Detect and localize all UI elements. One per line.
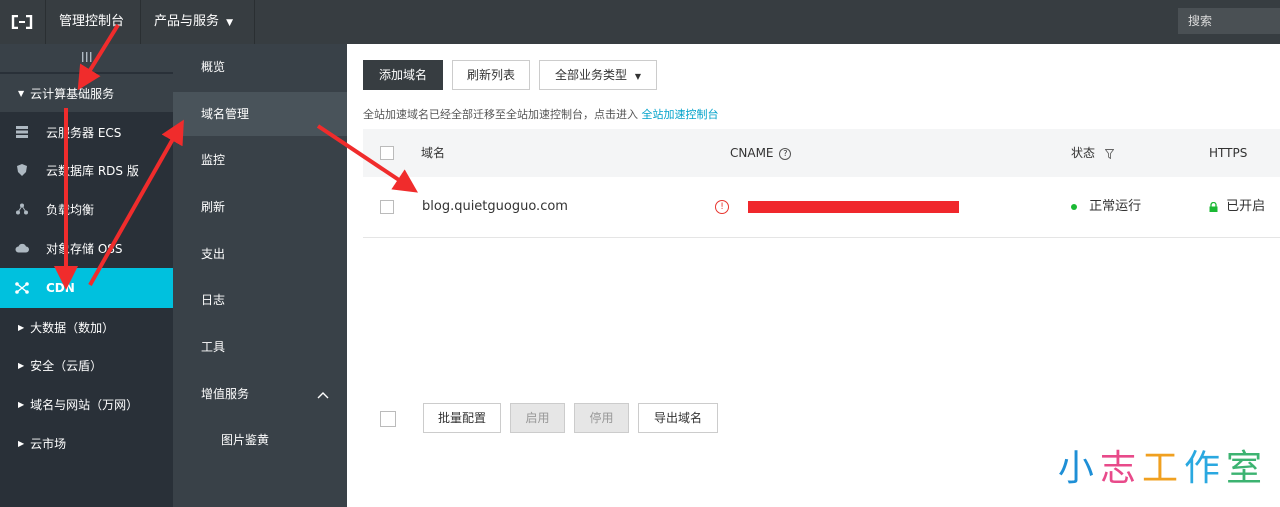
sidebar-group-label: 大数据（数加）	[30, 320, 115, 335]
dcdn-console-link[interactable]: 全站加速控制台	[642, 108, 719, 121]
sidebar-item-ecs[interactable]: 云服务器 ECS	[0, 113, 173, 151]
table-header: 域名 CNAME ? 状态 HTTPS	[363, 129, 1280, 177]
search-input[interactable]: 搜索	[1178, 8, 1280, 34]
bottom-select-all-checkbox[interactable]	[380, 411, 396, 427]
watermark: 小志工作室	[1058, 439, 1268, 491]
sidebar-group-security[interactable]: ▶ 安全（云盾）	[0, 346, 173, 384]
enable-button[interactable]: 启用	[510, 403, 565, 433]
menu-bars-icon	[81, 51, 93, 65]
caret-down-icon: ▼	[18, 88, 25, 98]
help-circle-icon[interactable]: ?	[779, 147, 792, 160]
row-status-label: 正常运行	[1089, 199, 1142, 214]
sidebar-item-oss[interactable]: 对象存储 OSS	[0, 229, 173, 267]
subnav-domain-management[interactable]: 域名管理	[173, 92, 347, 136]
caret-right-icon: ▶	[18, 438, 25, 448]
select-all-checkbox[interactable]	[380, 146, 394, 160]
warning-circle-icon: !	[715, 177, 729, 237]
database-icon	[14, 164, 30, 176]
sidebar-group-label: 域名与网站（万网）	[30, 397, 139, 412]
sidebar-group-label: 云市场	[30, 436, 67, 451]
subnav-value-added-label: 增值服务	[201, 387, 250, 401]
load-balancer-icon	[14, 203, 30, 215]
subnav-monitor[interactable]: 监控	[173, 138, 347, 182]
caret-down-icon: ▼	[634, 72, 641, 81]
row-checkbox[interactable]	[380, 200, 394, 214]
subnav-logs[interactable]: 日志	[173, 278, 347, 322]
sidebar-item-label: 负载均衡	[46, 202, 95, 217]
status-dot-icon	[1071, 203, 1077, 210]
watermark-char: 工	[1141, 448, 1184, 489]
caret-down-icon: ▼	[226, 18, 234, 28]
watermark-char: 作	[1183, 448, 1226, 489]
batch-config-button[interactable]: 批量配置	[423, 403, 501, 433]
secondary-sidebar: 概览 域名管理 监控 刷新 支出 日志 工具 增值服务 图片鉴黄	[173, 44, 347, 507]
business-type-dropdown[interactable]: 全部业务类型 ▼	[539, 60, 657, 90]
sidebar-collapse-toggle[interactable]	[0, 44, 173, 72]
sidebar-item-cdn[interactable]: CDN	[0, 268, 173, 308]
top-bar: 管理控制台 产品与服务 ▼ 搜索	[0, 0, 1280, 44]
sidebar-item-rds[interactable]: 云数据库 RDS 版	[0, 151, 173, 189]
cdn-icon	[14, 282, 30, 294]
sidebar-item-label: 云服务器 ECS	[46, 125, 122, 140]
row-status: 正常运行	[1071, 177, 1141, 237]
subnav-tools[interactable]: 工具	[173, 325, 347, 369]
table-row[interactable]: blog.quietguoguo.com ! 正常运行 已开启	[363, 177, 1280, 238]
migration-notice: 全站加速域名已经全部迁移至全站加速控制台，点击进入 全站加速控制台	[363, 106, 719, 122]
refresh-list-button[interactable]: 刷新列表	[452, 60, 530, 90]
sidebar-group-bigdata[interactable]: ▶ 大数据（数加）	[0, 308, 173, 346]
subnav-billing[interactable]: 支出	[173, 232, 347, 276]
filter-icon[interactable]	[1104, 146, 1115, 160]
products-menu[interactable]: 产品与服务 ▼	[140, 0, 255, 44]
watermark-char: 室	[1225, 448, 1268, 489]
column-https: HTTPS	[1209, 146, 1248, 160]
sidebar-group-label: 安全（云盾）	[30, 358, 103, 373]
subnav-refresh[interactable]: 刷新	[173, 185, 347, 229]
products-menu-label: 产品与服务	[154, 14, 220, 29]
column-cname: CNAME ?	[730, 129, 792, 177]
disable-button[interactable]: 停用	[574, 403, 629, 433]
server-icon	[14, 126, 30, 138]
main-content: 添加域名 刷新列表 全部业务类型 ▼ 全站加速域名已经全部迁移至全站加速控制台，…	[348, 44, 1280, 507]
console-link[interactable]: 管理控制台	[45, 0, 137, 44]
subnav-value-added[interactable]: 增值服务	[173, 372, 347, 416]
sidebar-section-label: 云计算基础服务	[30, 86, 115, 101]
export-domains-button[interactable]: 导出域名	[638, 403, 718, 433]
sidebar-item-label: CDN	[46, 281, 75, 295]
row-https-label: 已开启	[1226, 199, 1266, 214]
row-domain[interactable]: blog.quietguoguo.com	[422, 177, 568, 237]
cloud-storage-icon	[14, 243, 30, 253]
add-domain-button[interactable]: 添加域名	[363, 60, 443, 90]
watermark-char: 志	[1099, 448, 1142, 489]
column-cname-label: CNAME	[730, 146, 774, 160]
sidebar-group-market[interactable]: ▶ 云市场	[0, 424, 173, 462]
column-status-label: 状态	[1071, 146, 1096, 160]
caret-right-icon: ▶	[18, 399, 25, 409]
row-https: 已开启	[1209, 177, 1265, 237]
column-status: 状态	[1071, 129, 1115, 177]
sidebar-section-cloud-basic[interactable]: ▼ 云计算基础服务	[0, 74, 173, 112]
sidebar-item-label: 对象存储 OSS	[46, 241, 123, 256]
caret-right-icon: ▶	[18, 322, 25, 332]
aliyun-logo-icon[interactable]	[0, 0, 44, 44]
subnav-overview[interactable]: 概览	[173, 45, 347, 89]
caret-right-icon: ▶	[18, 360, 25, 370]
watermark-char: 小	[1057, 448, 1100, 489]
sidebar-group-domain[interactable]: ▶ 域名与网站（万网）	[0, 385, 173, 423]
sidebar-item-label: 云数据库 RDS 版	[46, 163, 139, 178]
sidebar-item-slb[interactable]: 负载均衡	[0, 190, 173, 228]
redacted-cname-bar	[748, 201, 959, 213]
subnav-image-moderation[interactable]: 图片鉴黄	[173, 418, 347, 462]
business-type-label: 全部业务类型	[555, 68, 628, 82]
migration-notice-text: 全站加速域名已经全部迁移至全站加速控制台，点击进入	[363, 108, 638, 121]
column-domain: 域名	[421, 146, 446, 160]
primary-sidebar: ▼ 云计算基础服务 云服务器 ECS 云数据库 RDS 版 负载均衡 对象存储 …	[0, 44, 173, 507]
lock-icon	[1209, 199, 1222, 214]
chevron-up-icon	[317, 372, 329, 416]
